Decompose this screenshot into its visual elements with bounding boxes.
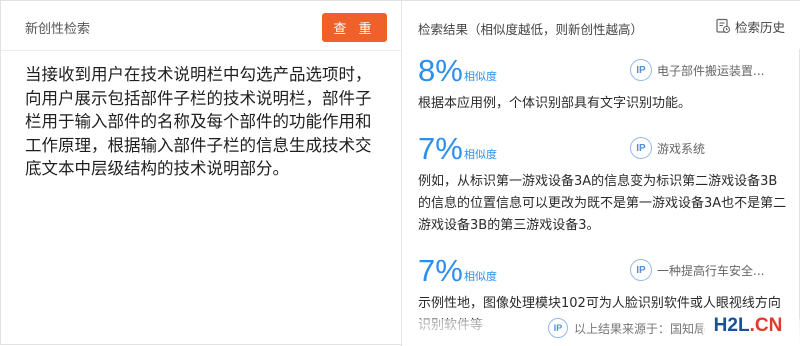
result-source-link[interactable]: IP 游戏系统 bbox=[630, 137, 705, 159]
search-header: 新创性检索 查 重 bbox=[1, 1, 401, 51]
result-item[interactable]: 8% 相似度 IP 电子部件搬运装置... 根据本应用例，个体识别部具有文字识别… bbox=[402, 53, 800, 115]
score-row: 8% 相似度 IP 电子部件搬运装置... bbox=[402, 53, 800, 89]
result-source: 游戏系统 bbox=[657, 141, 706, 156]
result-snippet: 例如，从标识第一游戏设备3A的信息变为标识第二游戏设备3B的信息的位置信息可以更… bbox=[418, 174, 787, 233]
result-item[interactable]: 7% 相似度 IP 游戏系统 例如，从标识第一游戏设备3A的信息变为标识第二游戏… bbox=[402, 131, 800, 237]
watermark-logo: H2L .CN bbox=[703, 311, 793, 341]
ip-icon: IP bbox=[630, 137, 652, 159]
result-source: 一种提高行车安全... bbox=[657, 263, 765, 278]
results-header: 检索结果（相似度越低，则新创性越高） 检索历史 bbox=[402, 1, 800, 49]
result-source: 电子部件搬运装置... bbox=[657, 63, 765, 78]
similarity-percent: 8% bbox=[418, 53, 463, 88]
results-panel: 检索结果（相似度越低，则新创性越高） 检索历史 8% 相似度 IP 电子部件搬运… bbox=[402, 1, 800, 346]
search-panel-title: 新创性检索 bbox=[25, 22, 91, 37]
similarity-label: 相似度 bbox=[464, 270, 497, 283]
similarity-percent: 7% bbox=[418, 131, 463, 166]
history-label: 检索历史 bbox=[734, 19, 785, 35]
watermark-part2: .CN bbox=[749, 315, 783, 336]
search-button[interactable]: 查 重 bbox=[322, 13, 387, 42]
similarity-label: 相似度 bbox=[464, 70, 497, 83]
search-panel: 新创性检索 查 重 当接收到用户在技术说明栏中勾选产品选项时，向用户展示包括部件… bbox=[1, 1, 401, 346]
source-note-text: 以上结果来源于：国知局 bbox=[574, 321, 707, 336]
watermark-part1: H2L bbox=[713, 315, 750, 336]
result-source-link[interactable]: IP 电子部件搬运装置... bbox=[630, 59, 764, 81]
history-button[interactable]: 检索历史 bbox=[715, 15, 785, 37]
app-frame: 新创性检索 查 重 当接收到用户在技术说明栏中勾选产品选项时，向用户展示包括部件… bbox=[0, 0, 800, 346]
results-source-note: IP 以上结果来源于：国知局 bbox=[548, 318, 706, 338]
ip-icon: IP bbox=[630, 259, 652, 281]
similarity-label: 相似度 bbox=[464, 148, 497, 161]
query-input[interactable]: 当接收到用户在技术说明栏中勾选产品选项时，向用户展示包括部件子栏的技术说明栏，部… bbox=[25, 63, 385, 181]
results-title: 检索结果（相似度越低，则新创性越高） bbox=[418, 22, 644, 37]
similarity-percent: 7% bbox=[418, 253, 463, 288]
ip-icon: IP bbox=[630, 59, 652, 81]
score-row: 7% 相似度 IP 一种提高行车安全... bbox=[402, 253, 800, 289]
ip-icon: IP bbox=[548, 318, 568, 338]
score-row: 7% 相似度 IP 游戏系统 bbox=[402, 131, 800, 167]
result-source-link[interactable]: IP 一种提高行车安全... bbox=[630, 259, 764, 281]
result-snippet: 根据本应用例，个体识别部具有文字识别功能。 bbox=[418, 96, 692, 111]
history-icon bbox=[716, 18, 731, 34]
